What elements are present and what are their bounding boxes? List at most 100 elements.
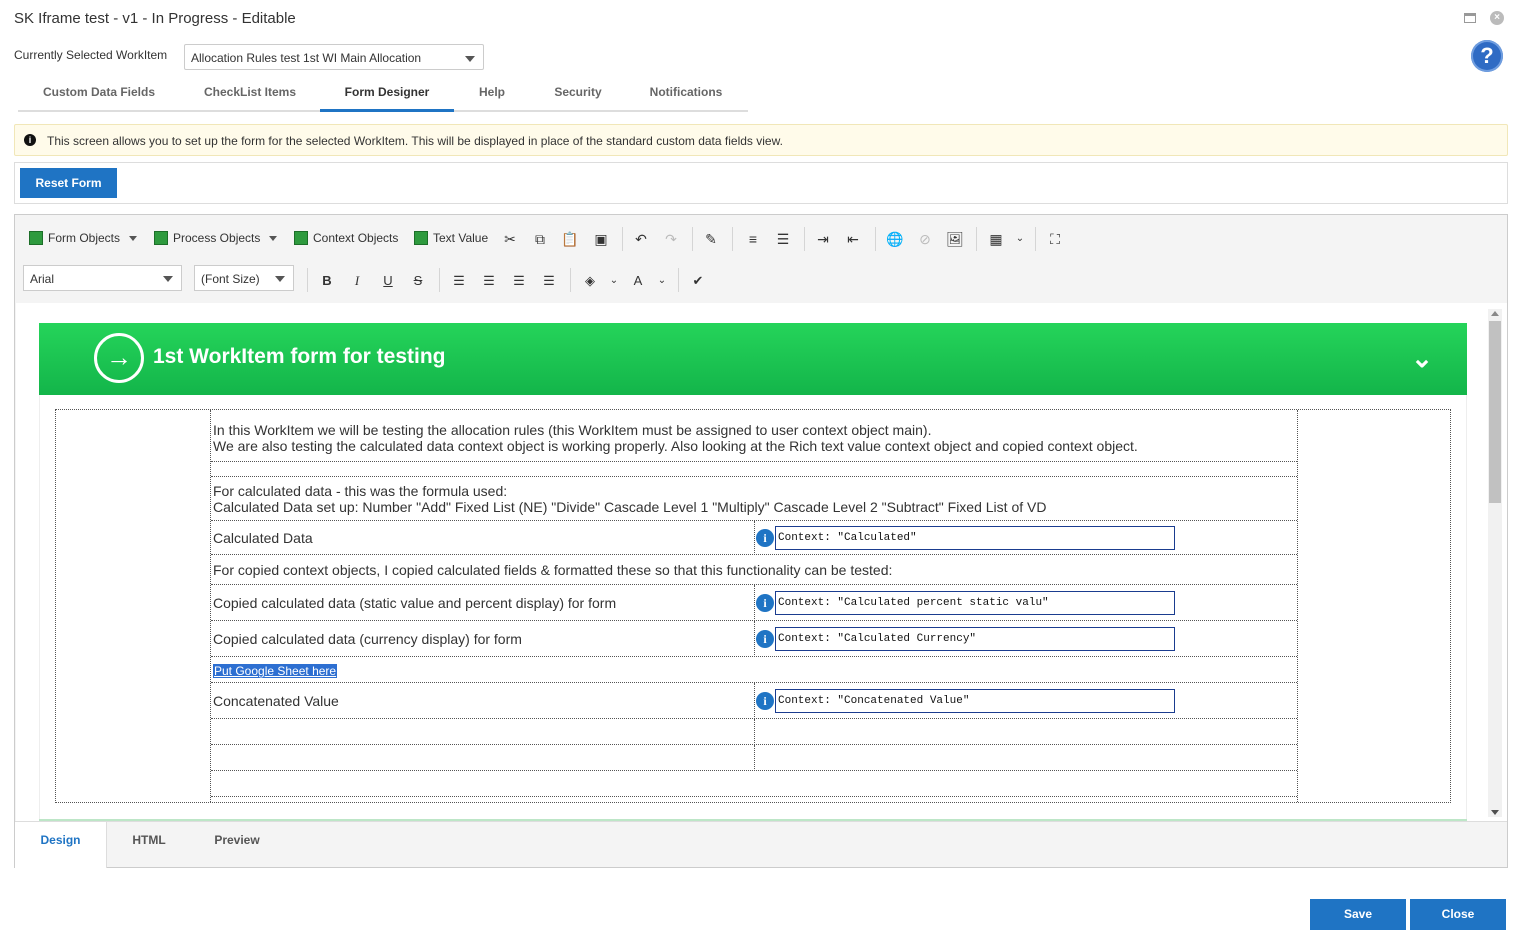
copied-currency-context-field[interactable]: i Context: "Calculated Currency" <box>756 627 1175 651</box>
copied-currency-context-input[interactable]: Context: "Calculated Currency" <box>775 627 1175 651</box>
font-size-value: (Font Size) <box>201 272 260 286</box>
insert-link-icon[interactable]: 🌐 <box>886 230 904 248</box>
toolbar-separator <box>439 268 440 292</box>
chevron-down-icon <box>275 276 285 282</box>
form-objects-label: Form Objects <box>48 231 121 245</box>
table-row <box>211 719 1297 745</box>
concatenated-context-input[interactable]: Context: "Concatenated Value" <box>775 689 1175 713</box>
undo-icon[interactable]: ↶ <box>632 230 650 248</box>
italic-button[interactable]: I <box>348 272 366 290</box>
editor-toolbar-main: Form Objects Process Objects Context Obj… <box>15 215 1507 263</box>
close-button[interactable]: Close <box>1410 899 1506 930</box>
copied-static-label: Copied calculated data (static value and… <box>213 595 617 611</box>
spellcheck-icon[interactable]: ✔ <box>689 272 707 290</box>
copied-static-context-field[interactable]: i Context: "Calculated percent static va… <box>756 591 1175 615</box>
tab-custom-data-fields[interactable]: Custom Data Fields <box>18 80 180 112</box>
concatenated-value-label: Concatenated Value <box>213 693 339 709</box>
tab-preview[interactable]: Preview <box>191 822 283 868</box>
form-editor: Form Objects Process Objects Context Obj… <box>14 214 1508 868</box>
table-row: In this WorkItem we will be testing the … <box>211 410 1297 462</box>
paste-word-icon[interactable]: ▣ <box>592 230 610 248</box>
format-painter-icon[interactable]: ✎ <box>702 230 720 248</box>
tab-help[interactable]: Help <box>454 80 530 112</box>
info-text: This screen allows you to set up the for… <box>47 134 783 148</box>
underline-button[interactable]: U <box>379 272 397 290</box>
scroll-up-icon[interactable] <box>1491 311 1499 316</box>
concatenated-context-field[interactable]: i Context: "Concatenated Value" <box>756 689 1175 713</box>
scroll-down-icon[interactable] <box>1491 810 1499 815</box>
editor-mode-tabs: Design HTML Preview <box>15 821 1507 868</box>
chevron-down-icon[interactable]: ⌄ <box>1011 230 1029 248</box>
paste-icon[interactable]: 📋 <box>561 230 579 248</box>
text-value-button[interactable]: Text Value <box>414 231 488 245</box>
unordered-list-icon[interactable]: ☰ <box>774 230 792 248</box>
tab-html[interactable]: HTML <box>107 822 191 868</box>
context-objects-button[interactable]: Context Objects <box>294 231 398 245</box>
font-size-select[interactable]: (Font Size) <box>194 265 294 291</box>
selected-text[interactable]: Put Google Sheet here <box>213 664 338 678</box>
outdent-icon[interactable]: ⇤ <box>844 230 862 248</box>
save-button[interactable]: Save <box>1310 899 1406 930</box>
table-row: For copied context objects, I copied cal… <box>211 555 1297 585</box>
main-tabs: Custom Data Fields CheckList Items Form … <box>18 80 748 112</box>
ordered-list-icon[interactable]: ≡ <box>744 230 762 248</box>
process-objects-label: Process Objects <box>173 231 261 245</box>
editor-canvas[interactable]: → 1st WorkItem form for testing ⌄ In thi… <box>16 303 1507 821</box>
indent-icon[interactable]: ⇥ <box>814 230 832 248</box>
vertical-scrollbar[interactable] <box>1488 309 1502 817</box>
close-window-icon[interactable]: × <box>1490 11 1504 25</box>
strikethrough-button[interactable]: S <box>409 272 427 290</box>
toolbar-separator <box>570 268 571 292</box>
reset-panel: Reset Form <box>14 162 1508 204</box>
toolbar-separator <box>622 227 623 251</box>
tab-form-designer[interactable]: Form Designer <box>320 80 454 112</box>
column-divider <box>754 621 755 657</box>
align-right-icon[interactable]: ☰ <box>510 272 528 290</box>
calculated-context-input[interactable]: Context: "Calculated" <box>775 526 1175 550</box>
chevron-down-icon[interactable]: ⌄ <box>605 272 623 290</box>
align-center-icon[interactable]: ☰ <box>480 272 498 290</box>
workitem-select[interactable]: Allocation Rules test 1st WI Main Alloca… <box>184 44 484 70</box>
tab-design[interactable]: Design <box>15 822 107 868</box>
info-icon: i <box>756 630 774 648</box>
copied-currency-label: Copied calculated data (currency display… <box>213 631 522 647</box>
maximize-icon[interactable] <box>1464 13 1476 23</box>
help-icon[interactable]: ? <box>1471 40 1503 72</box>
toolbar-separator <box>307 268 308 292</box>
font-color-icon[interactable]: A <box>629 272 647 290</box>
remove-link-icon[interactable]: ⊘ <box>916 230 934 248</box>
editor-toolbar-format: Arial (Font Size) B I U S ☰ ☰ ☰ ☰ ◈ ⌄ A … <box>15 263 1507 303</box>
scrollbar-thumb[interactable] <box>1489 321 1501 503</box>
formula-text-2: Calculated Data set up: Number "Add" Fix… <box>213 499 1047 515</box>
calculated-context-field[interactable]: i Context: "Calculated" <box>756 526 1175 550</box>
form-objects-menu[interactable]: Form Objects <box>29 231 138 245</box>
reset-form-button[interactable]: Reset Form <box>20 168 117 198</box>
text-value-label: Text Value <box>433 231 489 245</box>
form-banner: → 1st WorkItem form for testing ⌄ <box>39 323 1467 395</box>
justify-icon[interactable]: ☰ <box>540 272 558 290</box>
chevron-down-icon[interactable]: ⌄ <box>1407 343 1437 373</box>
font-name-select[interactable]: Arial <box>23 265 182 291</box>
text-value-icon <box>414 231 428 245</box>
tab-checklist-items[interactable]: CheckList Items <box>180 80 320 112</box>
table-row <box>211 771 1297 797</box>
insert-table-icon[interactable]: ▦ <box>987 230 1005 248</box>
calculated-data-label: Calculated Data <box>213 530 313 546</box>
copied-static-context-input[interactable]: Context: "Calculated percent static valu… <box>775 591 1175 615</box>
tab-security[interactable]: Security <box>530 80 626 112</box>
bold-button[interactable]: B <box>318 272 336 290</box>
background-color-icon[interactable]: ◈ <box>581 272 599 290</box>
chevron-down-icon <box>163 276 173 282</box>
cut-icon[interactable]: ✂ <box>501 230 519 248</box>
copy-icon[interactable]: ⧉ <box>531 230 549 248</box>
google-sheet-placeholder[interactable]: Put Google Sheet here <box>213 662 338 678</box>
chevron-down-icon <box>269 235 278 241</box>
process-objects-menu[interactable]: Process Objects <box>154 231 278 245</box>
redo-icon[interactable]: ↷ <box>662 230 680 248</box>
chevron-down-icon[interactable]: ⌄ <box>653 272 671 290</box>
arrow-right-circle-icon: → <box>94 333 144 383</box>
tab-notifications[interactable]: Notifications <box>626 80 746 112</box>
insert-image-icon[interactable]: 🖼 <box>946 230 964 248</box>
fullscreen-icon[interactable]: ⛶ <box>1046 230 1064 248</box>
align-left-icon[interactable]: ☰ <box>450 272 468 290</box>
